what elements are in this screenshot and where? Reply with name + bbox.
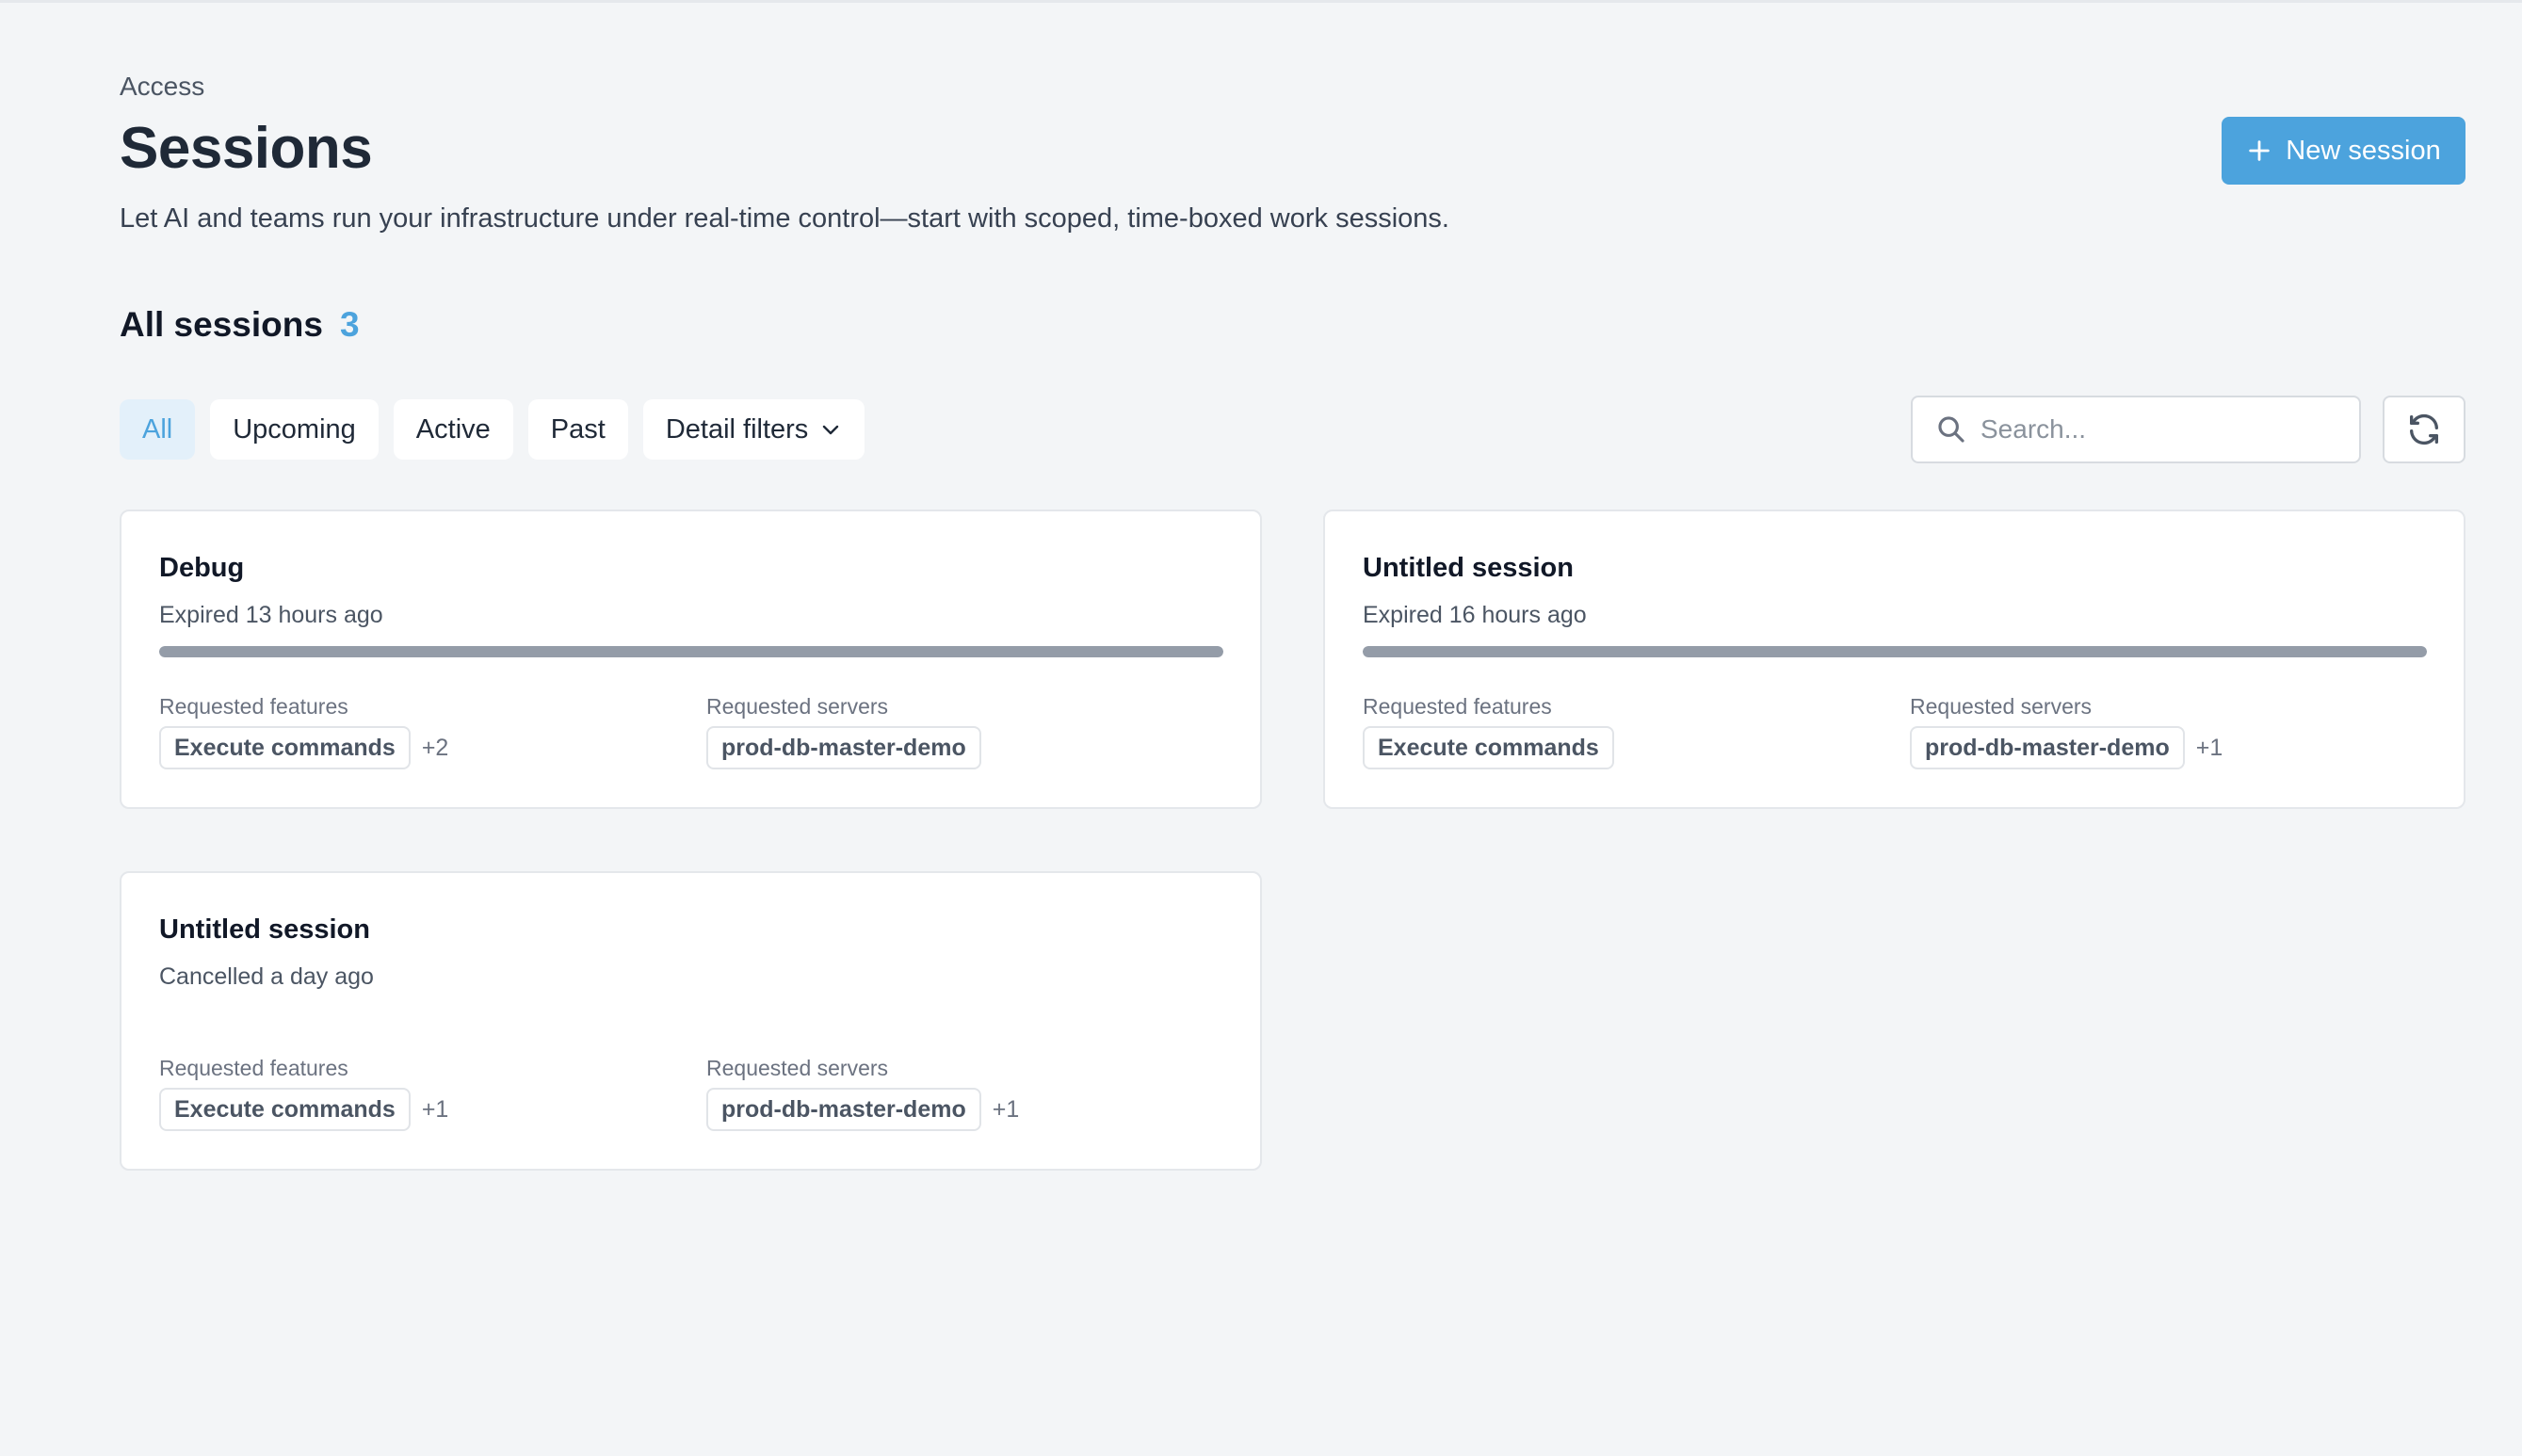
all-sessions-heading: All sessions 3 [120, 305, 360, 345]
sessions-page: Access Sessions Let AI and teams run you… [120, 0, 2465, 1456]
plus-icon [2249, 140, 2271, 161]
page-subtitle: Let AI and teams run your infrastructure… [120, 203, 1449, 234]
feature-tag: Execute commands [1363, 726, 1614, 769]
servers-tags: prod-db-master-demo +1 [706, 1088, 1019, 1131]
new-session-button[interactable]: New session [2222, 117, 2465, 185]
filter-bar: All Upcoming Active Past Detail filters [120, 399, 865, 460]
feature-tag: Execute commands [159, 726, 411, 769]
breadcrumb[interactable]: Access [120, 72, 204, 102]
session-progress-bar [159, 646, 1223, 657]
session-count-badge: 3 [339, 305, 360, 344]
filter-active[interactable]: Active [393, 399, 513, 460]
session-card[interactable]: Debug Expired 13 hours ago Requested fea… [120, 510, 1262, 809]
features-tags: Execute commands +1 [159, 1088, 448, 1131]
servers-tags: prod-db-master-demo +1 [1910, 726, 2223, 769]
search-icon [1938, 416, 1964, 443]
progress-fill [159, 646, 1223, 657]
requested-features-label: Requested features [1363, 694, 1552, 719]
session-progress-bar [1363, 646, 2427, 657]
features-more-count: +2 [421, 734, 449, 761]
chevron-down-icon [823, 425, 839, 435]
requested-features-label: Requested features [159, 694, 348, 719]
session-status: Cancelled a day ago [159, 963, 374, 990]
requested-features-label: Requested features [159, 1056, 348, 1080]
detail-filters-label: Detail filters [665, 413, 809, 445]
server-tag: prod-db-master-demo [706, 1088, 981, 1131]
requested-servers-label: Requested servers [706, 694, 889, 719]
filter-past[interactable]: Past [527, 399, 628, 460]
server-tag: prod-db-master-demo [1910, 726, 2185, 769]
refresh-icon [2410, 413, 2438, 445]
features-tags: Execute commands +2 [159, 726, 448, 769]
features-more-count: +1 [421, 1095, 449, 1123]
filter-upcoming[interactable]: Upcoming [210, 399, 379, 460]
servers-more-count: +1 [992, 1095, 1020, 1123]
servers-tags: prod-db-master-demo [706, 726, 993, 769]
server-tag: prod-db-master-demo [706, 726, 981, 769]
feature-tag: Execute commands [159, 1088, 411, 1131]
refresh-button[interactable] [2383, 396, 2465, 463]
session-title: Untitled session [159, 914, 370, 945]
progress-fill [1363, 646, 2427, 657]
section-title: All sessions [120, 305, 323, 344]
session-card[interactable]: Untitled session Cancelled a day ago Req… [120, 871, 1262, 1171]
new-session-label: New session [2286, 135, 2441, 166]
session-title: Untitled session [1363, 553, 1574, 583]
features-tags: Execute commands [1363, 726, 1625, 769]
servers-more-count: +1 [2195, 734, 2223, 761]
search-input[interactable] [1980, 414, 2338, 445]
search-box[interactable] [1911, 396, 2361, 463]
detail-filters-dropdown[interactable]: Detail filters [642, 399, 865, 460]
session-card[interactable]: Untitled session Expired 16 hours ago Re… [1323, 510, 2465, 809]
requested-servers-label: Requested servers [1910, 694, 2093, 719]
session-status: Expired 13 hours ago [159, 602, 383, 628]
session-status: Expired 16 hours ago [1363, 602, 1587, 628]
session-title: Debug [159, 553, 245, 583]
requested-servers-label: Requested servers [706, 1056, 889, 1080]
page-title: Sessions [120, 116, 373, 181]
filter-all[interactable]: All [120, 399, 196, 460]
